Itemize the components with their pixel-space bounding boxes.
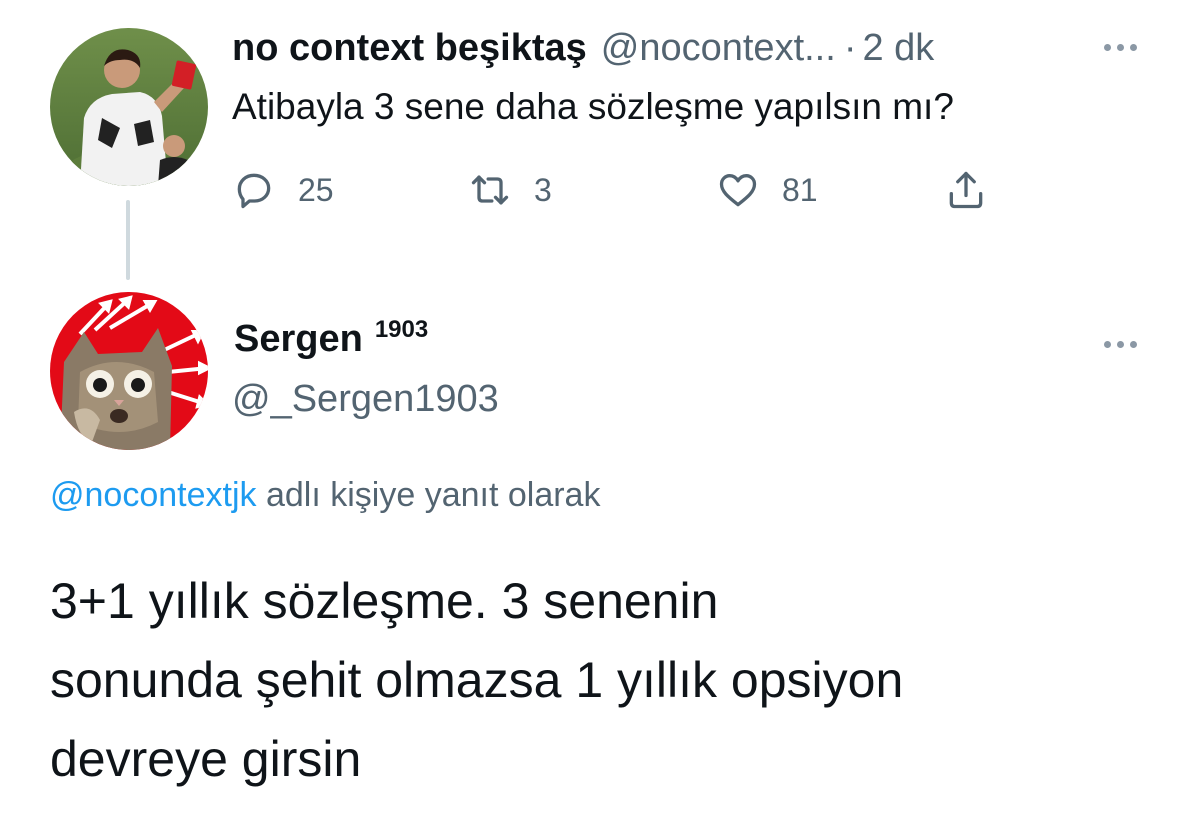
tweet-timestamp[interactable]: 2 dk [862,27,934,70]
tweet-header: no context beşiktaş @nocontext... · 2 dk [232,22,934,74]
author-name[interactable]: no context beşiktaş [232,27,587,70]
reply-to-mention-link[interactable]: @nocontextjk [50,476,257,514]
reply-text-line: sonunda şehit olmazsa 1 yıllık opsiyon [50,652,904,708]
reply-text-line: 3+1 yıllık sözleşme. 3 senenin [50,573,719,629]
retweet-count: 3 [534,171,552,208]
header-separator: · [843,26,857,69]
like-button[interactable]: 81 [716,160,818,220]
retweet-button[interactable]: 3 [468,160,552,220]
reply-tweet-text: 3+1 yıllık sözleşme. 3 senenin sonunda ş… [50,562,1170,799]
reply-author-name-suffix: 1903 [374,316,429,343]
thread-connector-line [126,200,130,280]
reply-author-name[interactable]: Sergen 1903 [234,316,429,361]
reply-author-display-name: Sergen [234,318,363,360]
reply-button[interactable]: 25 [232,160,334,220]
avatar-nocontext[interactable] [50,28,208,186]
replying-to: @nocontextjk adlı kişiye yanıt olarak [50,476,600,515]
reply-author-handle[interactable]: @_Sergen1903 [232,378,499,421]
author-handle[interactable]: @nocontext... [601,27,836,70]
share-button[interactable] [944,160,988,220]
retweet-icon [471,175,509,205]
like-count: 81 [782,171,818,208]
reply-text-line: devreye girsin [50,731,362,787]
tweet-actions: 25 3 81 [232,160,1032,220]
like-icon [719,174,757,207]
tweet-thread: no context beşiktaş @nocontext... · 2 dk… [0,0,1200,833]
reply-count: 25 [298,171,334,208]
avatar-sergen[interactable] [50,292,208,450]
share-icon [949,171,983,209]
tweet-text: Atibayla 3 sene daha sözleşme yapılsın m… [232,86,954,127]
reply-to-label: adlı kişiye yanıt olarak [265,476,601,514]
reply-icon [237,173,271,209]
more-icon[interactable] [1104,44,1137,51]
more-icon[interactable] [1104,341,1137,348]
